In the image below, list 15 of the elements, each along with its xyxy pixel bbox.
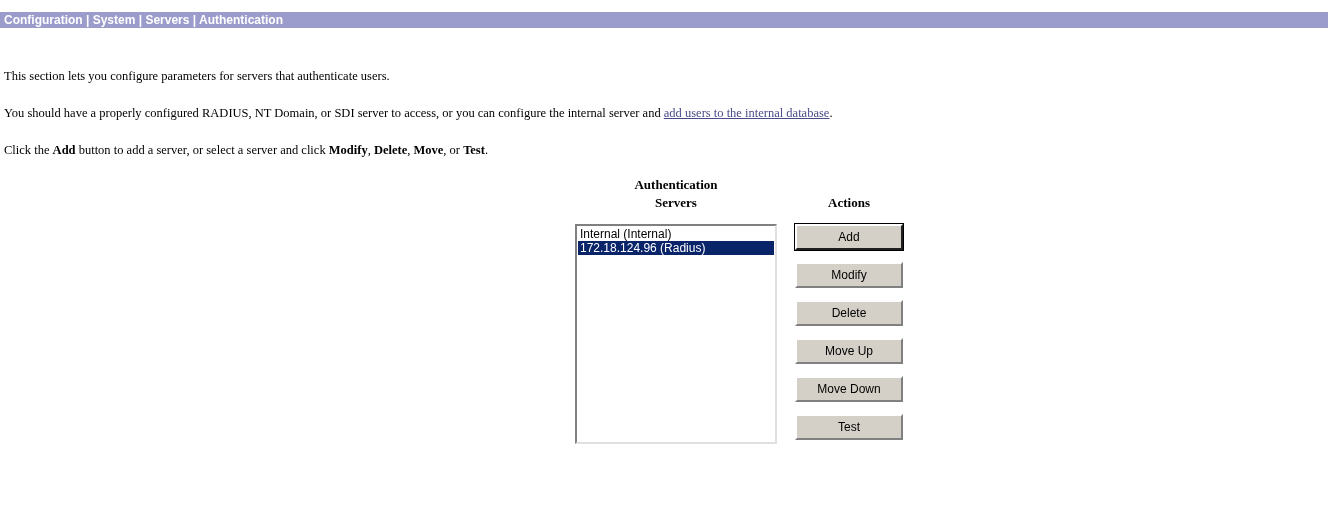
action-button[interactable]: Move Down [795, 376, 903, 402]
action-button[interactable]: Move Up [795, 338, 903, 364]
actions-heading: Actions [828, 194, 870, 212]
action-button[interactable]: Test [795, 414, 903, 440]
server-list-item[interactable]: 172.18.124.96 (Radius) [578, 241, 774, 255]
action-button[interactable]: Delete [795, 300, 903, 326]
servers-heading: Authentication Servers [634, 176, 718, 212]
action-button[interactable]: Modify [795, 262, 903, 288]
server-list-item[interactable]: Internal (Internal) [578, 227, 774, 241]
action-button[interactable]: Add [795, 224, 903, 250]
instructions-text: Click the Add button to add a server, or select a server and click Modify, Delete, Move, or Test. [4, 142, 489, 158]
breadcrumb-bar: Configuration | System | Servers | Authentication [0, 12, 1328, 28]
intro-text: This section lets you configure parameters for servers that authenticate users. [4, 68, 391, 84]
requirement-text: You should have a properly configured RADIUS, NT Domain, or SDI server to access, or you can configure the internal server and add users to the internal database. [4, 105, 834, 121]
server-list[interactable]: Internal (Internal) 172.18.124.96 (Radius) [575, 224, 777, 444]
